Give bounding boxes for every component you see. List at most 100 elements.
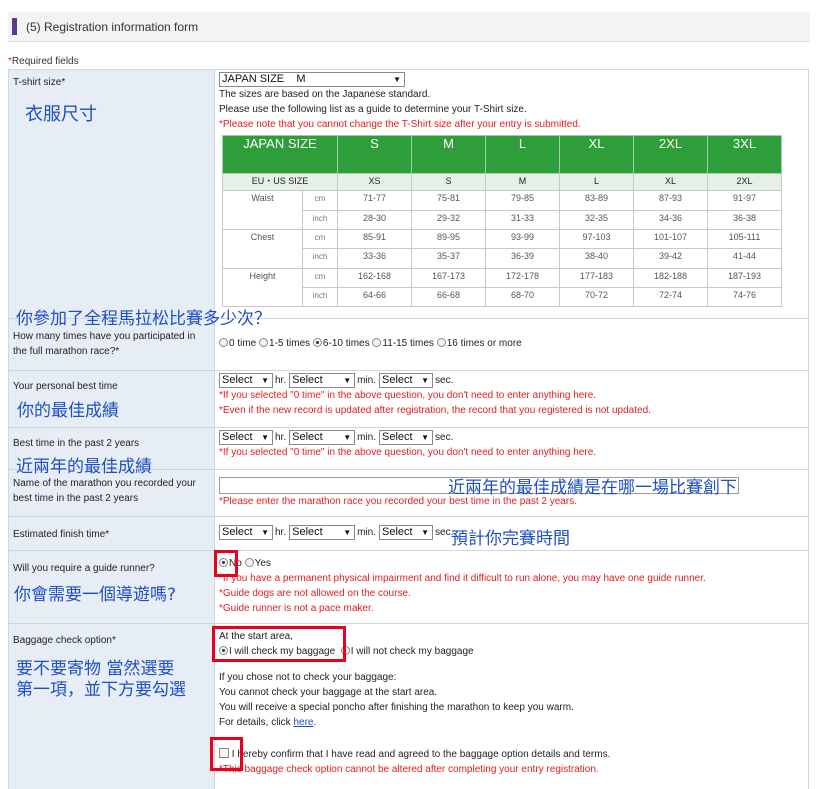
size-value-cell: 36-38 [707,209,782,230]
finish-sec-select[interactable]: Select ▼ [379,525,434,540]
chevron-down-icon: ▼ [261,528,269,537]
select-value: Select [382,374,413,386]
radio-6-10-times[interactable] [312,338,322,347]
tshirt-warning: *Please note that you cannot change the … [219,119,581,131]
annotation-guide-runner: 你會需要一個導遊嗎? [14,585,177,605]
best-2years-hour-select[interactable]: Select ▼ [219,430,273,445]
baggage-info4: For details, click here. [219,715,804,730]
size-value-cell: 162-168 [337,267,412,289]
annotation-finish-time: 預計你完賽時間 [451,529,570,549]
baggage-label: Baggage check option* [8,623,215,789]
radio-label: 11-15 times [382,338,434,349]
best-2years-field: Select ▼ hr. Select ▼ min. Select ▼ sec. *If you… [214,427,809,470]
chest-inch-row: inch 33-36 35-37 36-39 38-40 39-42 41-44 [223,248,782,269]
personal-best-row: Your personal best time Select ▼ hr. Select… [8,370,809,428]
tshirt-field: JAPAN SIZE M ▼ The sizes are based on the… [214,69,809,319]
size-value-cell: 87-93 [633,190,708,211]
eu-size-cell: 2XL [707,173,782,192]
jp-size-cell: 3XL [707,135,782,175]
personal-best-min-select[interactable]: Select ▼ [289,373,356,388]
min-unit: min. [357,375,377,387]
baggage-info3: You will receive a special poncho after … [219,702,574,713]
details-link[interactable]: here [293,717,313,728]
unit-cm: cm [302,267,338,289]
finish-hour-select[interactable]: Select ▼ [219,525,273,540]
radio-yes[interactable] [244,558,254,567]
size-value-cell: 182-188 [633,267,708,289]
baggage-row: Baggage check option* At the start area,… [8,623,809,789]
size-value-cell: 31-33 [485,209,560,230]
chevron-down-icon: ▼ [343,376,352,385]
size-value-cell: 71-77 [337,190,412,211]
radio-11-15-times[interactable] [372,338,382,347]
chevron-down-icon: ▼ [421,433,430,442]
details-suffix: . [313,717,317,728]
size-value-cell: 93-99 [485,228,560,250]
radio-16-more[interactable] [436,338,446,347]
eu-size-cell: XS [337,173,412,192]
chevron-down-icon: ▼ [343,433,352,442]
size-value-cell: 167-173 [411,267,486,289]
jp-size-header: JAPAN SIZE [222,135,338,175]
eu-size-cell: S [411,173,486,192]
radio-label: 0 time [229,338,257,349]
hour-unit: hr. [275,375,287,387]
unit-inch: inch [302,248,338,269]
radio-1-5-times[interactable] [259,338,269,347]
details-prefix: For details, click [219,717,294,728]
jp-size-cell: XL [559,135,634,175]
size-chart-jp-header: JAPAN SIZE S M L XL 2XL 3XL [222,135,782,175]
section-header: (5) Registration information form [8,12,810,42]
sec-unit: sec. [435,375,454,387]
waist-cm-row: Waist cm 71-77 75-81 79-85 83-89 87-93 9… [222,190,782,230]
finish-time-label: Estimated finish time* [8,516,215,551]
hour-unit: hr. [275,432,287,444]
size-value-cell: 32-35 [559,209,634,230]
size-value-cell: 89-95 [411,228,486,250]
eu-size-cell: M [485,173,560,192]
hour-unit: hr. [275,527,287,539]
personal-best-hour-select[interactable]: Select ▼ [219,373,273,388]
annotation-baggage-2: 第一項，並下方要勾選 [16,680,186,700]
size-value-cell: 101-107 [633,228,708,250]
size-value-cell: 83-89 [559,190,634,211]
jp-size-cell: L [485,135,560,175]
size-value-cell: 79-85 [485,190,560,211]
finish-min-select[interactable]: Select ▼ [289,525,356,540]
size-value-cell: 39-42 [633,248,708,269]
eu-size-header: EU・US SIZE [222,173,338,192]
radio-0-time[interactable] [219,338,228,347]
personal-best-sec-select[interactable]: Select ▼ [379,373,434,388]
size-value-cell: 70-72 [559,287,634,308]
best-2years-min-select[interactable]: Select ▼ [289,430,356,445]
annotation-best-2years: 近兩年的最佳成績 [16,457,152,477]
baggage-info1: If you chose not to check your baggage: [219,672,397,683]
radio-label: 1-5 times [269,338,311,349]
min-unit: min. [357,527,377,539]
size-value-cell: 35-37 [411,248,486,269]
height-label: Height [222,267,303,308]
select-value: Select [292,374,323,386]
highlight-confirm-checkbox [210,737,243,771]
guide-runner-field: No Yes *If you have a permanent physical… [214,550,809,624]
size-value-cell: 177-183 [559,267,634,289]
size-chart: JAPAN SIZE S M L XL 2XL 3XL EU・US SIZE X… [222,135,782,308]
highlight-no-radio [214,550,238,577]
tshirt-standard-text: The sizes are based on the Japanese stan… [219,89,431,101]
tshirt-size-select[interactable]: JAPAN SIZE M ▼ [219,72,405,87]
personal-best-note2: *Even if the new record is updated after… [219,405,651,417]
sec-unit: sec. [435,432,454,444]
size-value-cell: 38-40 [559,248,634,269]
size-chart-eu-header: EU・US SIZE XS S M L XL 2XL [222,173,782,192]
jp-size-cell: S [337,135,412,175]
marathon-count-field: 0 time 1-5 times 6-10 times 11-15 times … [214,318,809,371]
chevron-down-icon: ▼ [261,376,269,385]
guide-runner-note2: *Guide dogs are not allowed on the cours… [219,588,411,599]
eu-size-cell: L [559,173,634,192]
chest-cm-row: Chest cm 85-91 89-95 93-99 97-103 101-10… [222,228,782,269]
height-cm-row: Height cm 162-168 167-173 172-178 177-18… [222,267,782,308]
best-2years-sec-select[interactable]: Select ▼ [379,430,434,445]
unit-cm: cm [302,228,338,250]
best-2years-note1: *If you selected "0 time" in the above q… [219,447,597,459]
size-value-cell: 75-81 [411,190,486,211]
